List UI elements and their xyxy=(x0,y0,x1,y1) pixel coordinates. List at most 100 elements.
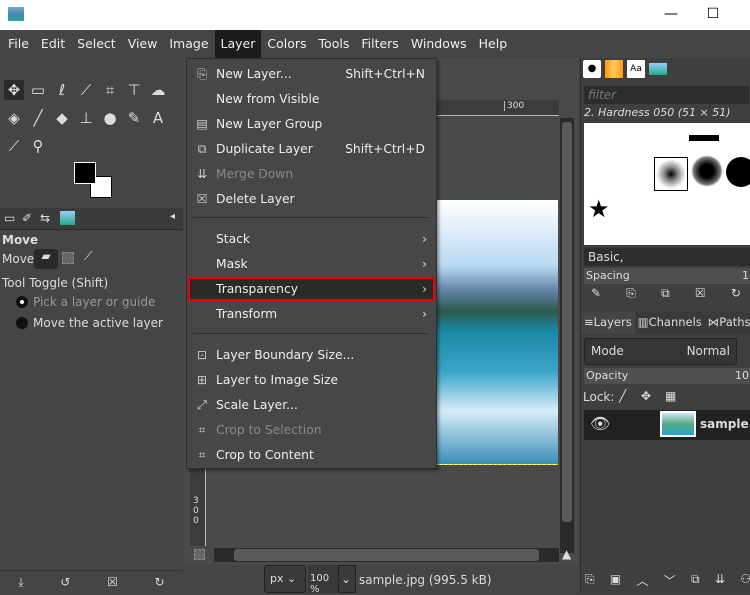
delete-preset-icon[interactable]: ☒ xyxy=(107,575,118,589)
lock-alpha-icon[interactable]: ▦ xyxy=(665,389,676,403)
maximize-button[interactable]: ☐ xyxy=(698,4,728,24)
paths-icon[interactable]: ✎ xyxy=(124,108,144,128)
menu-item-delete-layer[interactable]: ☒ Delete Layer xyxy=(188,187,435,211)
lower-layer-icon[interactable]: ﹀ xyxy=(664,572,676,589)
eraser-icon[interactable]: ◆ xyxy=(52,108,72,128)
menu-colors[interactable]: Colors xyxy=(261,30,312,58)
tool-options-tab-icon[interactable]: ▭ xyxy=(4,211,15,225)
opacity-slider[interactable]: Opacity 10 xyxy=(584,368,750,384)
tab-layers[interactable]: ≡Layers xyxy=(581,312,635,334)
patterns-tab-icon[interactable] xyxy=(605,60,623,78)
lasso-icon[interactable]: ℓ xyxy=(52,80,72,100)
text-tool-icon[interactable]: A xyxy=(148,108,168,128)
new-group-icon[interactable]: ▣ xyxy=(610,572,621,589)
menu-item-new-from-visible[interactable]: New from Visible xyxy=(188,87,435,111)
layer-name[interactable]: sample.jpg xyxy=(700,417,750,431)
menu-item-mask[interactable]: Mask › xyxy=(188,252,435,276)
menu-select[interactable]: Select xyxy=(71,30,122,58)
menu-help[interactable]: Help xyxy=(473,30,514,58)
brush-filter-input[interactable]: filter xyxy=(584,86,749,104)
menu-item-duplicate-layer[interactable]: ⧉ Duplicate Layer Shift+Ctrl+D xyxy=(188,137,435,161)
mask-icon[interactable]: ⚇ xyxy=(740,572,750,589)
spacing-slider[interactable]: Spacing 1 xyxy=(584,268,750,284)
menu-item-transform[interactable]: Transform › xyxy=(188,302,435,326)
smudge-icon[interactable]: ● xyxy=(100,108,120,128)
undo-history-tab-icon[interactable]: ⇆ xyxy=(40,211,50,225)
fuzzy-select-icon[interactable]: ⟋ xyxy=(76,80,96,100)
delete-brush-icon[interactable]: ☒ xyxy=(695,286,706,301)
menu-item-crop-to-content[interactable]: ⌗ Crop to Content xyxy=(188,443,435,467)
fonts-tab-icon[interactable]: Aa xyxy=(627,60,645,78)
menu-item-transparency[interactable]: Transparency › xyxy=(188,277,435,301)
brush-item[interactable] xyxy=(691,155,723,187)
menu-item-layer-to-image-size[interactable]: ⊞ Layer to Image Size xyxy=(188,368,435,392)
menu-view[interactable]: View xyxy=(122,30,164,58)
images-tab-icon[interactable] xyxy=(649,63,667,75)
device-status-tab-icon[interactable]: ✐ xyxy=(22,211,32,225)
image-canvas[interactable] xyxy=(437,200,558,465)
brushes-tab-icon[interactable]: ● xyxy=(583,60,601,78)
menu-image[interactable]: Image xyxy=(163,30,214,58)
menu-file[interactable]: File xyxy=(2,30,35,58)
zoom-input[interactable]: 100 % xyxy=(308,565,338,595)
save-preset-icon[interactable]: ⤓ xyxy=(18,575,23,590)
mode-select[interactable]: Mode Normal xyxy=(584,338,737,365)
move-layer-mode-icon[interactable]: ▰ xyxy=(34,249,58,269)
move-selection-mode-icon[interactable] xyxy=(62,252,74,264)
bucket-fill-icon[interactable]: ◈ xyxy=(4,108,24,128)
brush-item[interactable] xyxy=(689,135,719,141)
zoom-dropdown-icon[interactable]: ⌄ xyxy=(338,565,356,593)
duplicate-brush-icon[interactable]: ⧉ xyxy=(661,286,670,301)
foreground-color-swatch[interactable] xyxy=(74,162,96,184)
visibility-eye-icon[interactable]: 👁 xyxy=(590,414,610,433)
reset-icon[interactable]: ↻ xyxy=(155,575,165,589)
menu-item-layer-boundary-size[interactable]: ⊡ Layer Boundary Size... xyxy=(188,343,435,367)
lock-position-icon[interactable]: ✥ xyxy=(641,389,651,403)
panel-menu-icon[interactable]: ◂ xyxy=(170,211,175,222)
vertical-scrollbar[interactable] xyxy=(560,118,574,553)
tab-channels[interactable]: ▥Channels xyxy=(635,312,705,334)
menu-tools[interactable]: Tools xyxy=(313,30,356,58)
warp-icon[interactable]: ☁ xyxy=(148,80,168,100)
tab-paths[interactable]: ⋈Paths xyxy=(705,312,750,334)
star-brush[interactable]: ★ xyxy=(588,195,610,223)
brush-tags-input[interactable]: Basic, xyxy=(584,248,750,266)
clone-icon[interactable]: ⊥ xyxy=(76,108,96,128)
brush-item[interactable] xyxy=(726,157,750,187)
menu-item-crop-to-selection[interactable]: ⌗ Crop to Selection xyxy=(188,418,435,442)
images-tab-icon[interactable] xyxy=(60,211,75,225)
new-brush-icon[interactable]: ⎘ xyxy=(626,286,636,301)
paintbrush-icon[interactable]: ╱ xyxy=(28,108,48,128)
option-move-active-layer[interactable]: Move the active layer xyxy=(33,316,163,330)
quick-mask-toggle[interactable] xyxy=(194,549,205,560)
merge-layer-icon[interactable]: ⇊ xyxy=(715,572,725,589)
layer-row[interactable]: 👁 sample.jpg xyxy=(584,410,750,440)
menu-item-merge-down[interactable]: ⇊ Merge Down xyxy=(188,162,435,186)
duplicate-layer-icon[interactable]: ⧉ xyxy=(691,572,700,589)
menu-windows[interactable]: Windows xyxy=(405,30,473,58)
selected-brush[interactable] xyxy=(654,157,688,191)
radio-move-active-layer[interactable] xyxy=(16,317,28,329)
menu-item-stack[interactable]: Stack › xyxy=(188,227,435,251)
move-path-mode-icon[interactable]: ⟋ xyxy=(84,249,92,264)
navigate-icon[interactable]: ▲ xyxy=(562,547,571,561)
restore-icon[interactable]: ↺ xyxy=(60,575,70,589)
refresh-brushes-icon[interactable]: ↻ xyxy=(731,286,741,301)
unit-select[interactable]: px ⌄ xyxy=(264,565,306,593)
raise-layer-icon[interactable]: ︿ xyxy=(636,572,648,589)
move-tool-icon[interactable]: ✥ xyxy=(4,80,24,100)
option-pick-layer[interactable]: Pick a layer or guide xyxy=(33,295,155,309)
menu-item-scale-layer[interactable]: ⤢ Scale Layer... xyxy=(188,393,435,417)
zoom-icon[interactable]: ⚲ xyxy=(28,136,48,156)
brush-grid[interactable]: ★ xyxy=(584,123,750,245)
lock-pixels-icon[interactable]: ╱ xyxy=(619,389,626,403)
color-picker-icon[interactable]: ⟋ xyxy=(4,136,24,156)
radio-pick-layer[interactable] xyxy=(16,296,28,308)
edit-brush-icon[interactable]: ✎ xyxy=(591,286,601,301)
new-layer-icon[interactable]: ⎘ xyxy=(585,572,595,589)
minimize-button[interactable]: — xyxy=(656,4,686,24)
menu-layer[interactable]: Layer xyxy=(214,30,262,58)
menu-item-new-layer-group[interactable]: ▤ New Layer Group xyxy=(188,112,435,136)
horizontal-scrollbar[interactable] xyxy=(214,548,559,562)
transform-icon[interactable]: ⊤ xyxy=(124,80,144,100)
